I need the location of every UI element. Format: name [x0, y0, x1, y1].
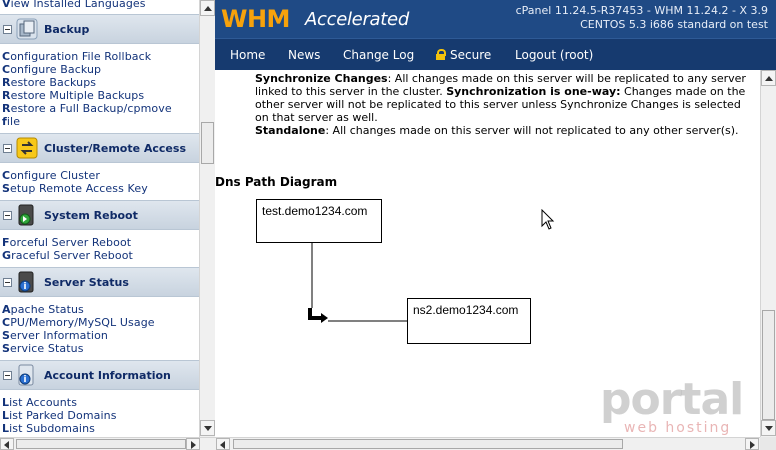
- sidebar-link-configuration-file-rollback[interactable]: Configuration File Rollback: [0, 50, 199, 63]
- category-label: Server Status: [44, 276, 129, 289]
- chevron-down-icon: [204, 426, 212, 431]
- account-info-icon: [16, 364, 38, 386]
- chevron-up-icon: [204, 6, 212, 11]
- scroll-left-button[interactable]: [216, 438, 230, 450]
- sidebar-link-restore-multiple-backups[interactable]: Restore Multiple Backups: [0, 89, 199, 102]
- sidebar-horizontal-scrollbar[interactable]: [0, 437, 215, 450]
- sidebar: View Installed Languages Backup Configur…: [0, 0, 199, 437]
- nav-change-log[interactable]: Change Log: [343, 48, 414, 62]
- backup-icon: [16, 18, 38, 40]
- lock-icon: [436, 49, 446, 60]
- app-header: WHM Accelerated cPanel 11.24.5-R37453 - …: [215, 0, 776, 38]
- collapse-toggle-icon[interactable]: [3, 144, 12, 153]
- sidebar-group-server-status: Apache Status CPU/Memory/MySQL Usage Ser…: [0, 303, 199, 355]
- collapse-toggle-icon[interactable]: [3, 25, 12, 34]
- chevron-right-icon: [191, 441, 196, 449]
- category-label: Cluster/Remote Access: [44, 142, 186, 155]
- nav-news[interactable]: News: [288, 48, 320, 62]
- nav-logout[interactable]: Logout (root): [515, 48, 593, 62]
- sidebar-category-account-information[interactable]: Account Information: [0, 360, 199, 390]
- sidebar-link-forceful-server-reboot[interactable]: Forceful Server Reboot: [0, 236, 199, 249]
- sidebar-hscroll-thumb[interactable]: [16, 439, 186, 449]
- sidebar-link-service-status[interactable]: Service Status: [0, 342, 199, 355]
- connector-arrowhead: [321, 313, 328, 323]
- sidebar-link-cpu-memory-mysql-usage[interactable]: CPU/Memory/MySQL Usage: [0, 316, 199, 329]
- scroll-right-button[interactable]: [745, 438, 759, 450]
- sidebar-category-backup[interactable]: Backup: [0, 14, 199, 44]
- sidebar-group-reboot: Forceful Server Reboot Graceful Server R…: [0, 236, 199, 262]
- portal-watermark: portal: [600, 374, 744, 425]
- chevron-right-icon: [750, 441, 755, 449]
- nav-secure[interactable]: Secure: [436, 48, 491, 62]
- sidebar-group-cluster: Configure Cluster Setup Remote Access Ke…: [0, 169, 199, 195]
- sidebar-group-backup: Configuration File Rollback Configure Ba…: [0, 50, 199, 128]
- mouse-cursor-icon: [541, 209, 555, 230]
- reboot-icon: [16, 204, 38, 226]
- sidebar-link-configure-cluster[interactable]: Configure Cluster: [0, 169, 199, 182]
- sidebar-link-list-subdomains[interactable]: List Subdomains: [0, 422, 199, 435]
- version-info: cPanel 11.24.5-R37453 - WHM 11.24.2 - X …: [515, 4, 768, 17]
- accelerated-logo: Accelerated: [305, 9, 409, 30]
- category-label: Backup: [44, 23, 90, 36]
- scroll-down-button[interactable]: [200, 420, 215, 436]
- category-label: System Reboot: [44, 209, 138, 222]
- chevron-down-icon: [765, 426, 773, 431]
- os-info: CENTOS 5.3 i686 standard on test: [580, 18, 768, 31]
- nav-home[interactable]: Home: [230, 48, 265, 62]
- collapse-toggle-icon[interactable]: [3, 211, 12, 220]
- web-hosting-watermark: web hosting: [624, 420, 732, 436]
- scroll-down-button[interactable]: [761, 420, 776, 436]
- sidebar-category-system-reboot[interactable]: System Reboot: [0, 200, 199, 230]
- chevron-left-icon: [220, 441, 225, 449]
- sidebar-link-configure-backup[interactable]: Configure Backup: [0, 63, 199, 76]
- nav-secure-label: Secure: [450, 48, 492, 62]
- collapse-toggle-icon[interactable]: [3, 371, 12, 380]
- scroll-right-button[interactable]: [186, 438, 200, 450]
- dns-node-source: test.demo1234.com: [256, 199, 382, 243]
- server-info-icon: [16, 271, 38, 293]
- sidebar-category-server-status[interactable]: Server Status: [0, 267, 199, 297]
- connector-arrow-icon: [308, 308, 321, 320]
- chevron-up-icon: [765, 76, 773, 81]
- sidebar-link-server-information[interactable]: Server Information: [0, 329, 199, 342]
- sidebar-link-graceful-server-reboot[interactable]: Graceful Server Reboot: [0, 249, 199, 262]
- main-vertical-scrollbar[interactable]: [760, 70, 776, 437]
- category-label: Account Information: [44, 369, 171, 382]
- collapse-toggle-icon[interactable]: [3, 278, 12, 287]
- scroll-up-button[interactable]: [200, 0, 215, 16]
- sidebar-link-restore-backups[interactable]: Restore Backups: [0, 76, 199, 89]
- scrollbar-corner: [760, 437, 776, 450]
- sidebar-link-list-parked-domains[interactable]: List Parked Domains: [0, 409, 199, 422]
- sidebar-link-restore-full-backup[interactable]: Restore a Full Backup/cpmove: [0, 102, 199, 115]
- sidebar-scroll-thumb[interactable]: [201, 122, 214, 164]
- sidebar-link-apache-status[interactable]: Apache Status: [0, 303, 199, 316]
- top-nav: Home News Change Log Secure Logout (root…: [215, 38, 776, 70]
- scroll-left-button[interactable]: [0, 438, 14, 450]
- sidebar-category-cluster-remote-access[interactable]: Cluster/Remote Access: [0, 133, 199, 163]
- sidebar-group-account-information: List Accounts List Parked Domains List S…: [0, 396, 199, 435]
- sidebar-vertical-scrollbar[interactable]: [199, 0, 215, 437]
- sidebar-link-restore-full-backup-cont[interactable]: file: [0, 115, 199, 128]
- sidebar-link-list-accounts[interactable]: List Accounts: [0, 396, 199, 409]
- main-scroll-thumb[interactable]: [762, 310, 775, 420]
- chevron-left-icon: [4, 441, 9, 449]
- sidebar-link-view-installed-languages[interactable]: View Installed Languages: [0, 0, 146, 10]
- scroll-up-button[interactable]: [761, 70, 776, 86]
- sidebar-link-setup-remote-access-key[interactable]: Setup Remote Access Key: [0, 182, 199, 195]
- main-hscroll-thumb[interactable]: [233, 439, 623, 449]
- dns-node-target: ns2.demo1234.com: [407, 298, 531, 344]
- whm-logo: WHM: [221, 5, 290, 33]
- main-horizontal-scrollbar[interactable]: [215, 437, 760, 450]
- cluster-arrows-icon: [16, 137, 38, 159]
